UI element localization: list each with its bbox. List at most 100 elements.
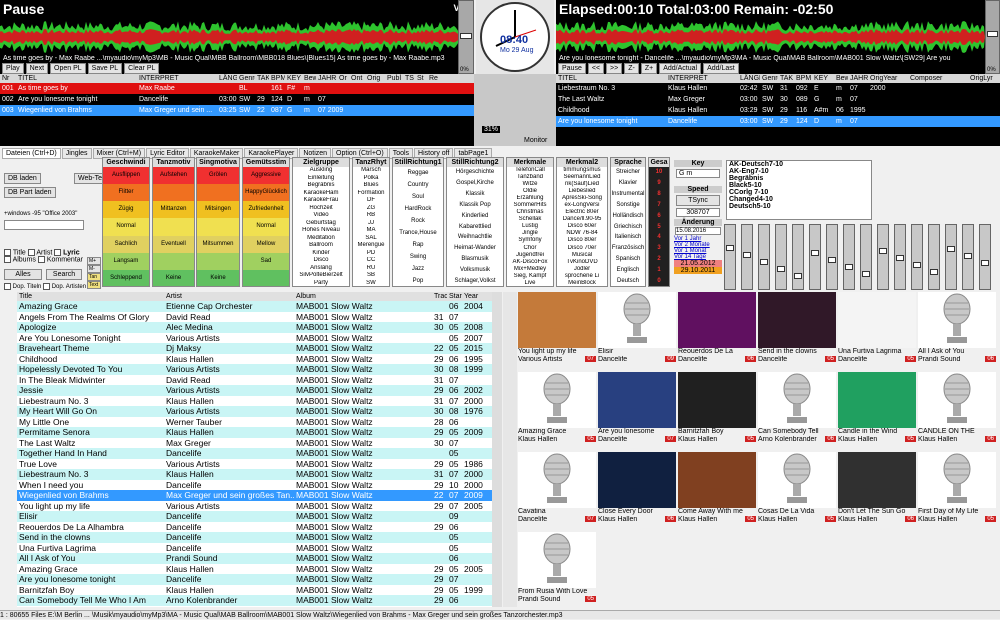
category-item[interactable]: Polka xyxy=(353,175,389,183)
zoom-out-button[interactable]: Z- xyxy=(624,63,639,74)
category-item[interactable]: Mitsummen xyxy=(197,235,239,253)
category-header[interactable]: Zielgruppe xyxy=(293,158,349,167)
category-item[interactable]: Sad xyxy=(243,252,289,270)
category-item[interactable]: Weihnachtlie xyxy=(447,232,503,243)
album-cover[interactable]: Una Furtiva Lagrima Dancelife 05 xyxy=(838,292,916,372)
table-row[interactable]: Send in the clowns Dancelife MAB001 Slow W… xyxy=(17,532,492,543)
category-item[interactable]: Rock xyxy=(393,215,443,227)
playlist-a-row[interactable]: 002 Are you lonesome tonight Dancelife 03:0… xyxy=(0,94,474,105)
mixer-fader[interactable] xyxy=(962,224,974,290)
album-cover[interactable]: Elisir Dancelife 09 xyxy=(598,292,676,372)
col-publ[interactable]: Publ xyxy=(385,74,403,83)
category-item[interactable]: DF xyxy=(353,197,389,205)
clear-playlist-button[interactable]: Clear PL xyxy=(124,63,160,74)
category-header[interactable]: Merkmal2 xyxy=(557,158,607,167)
category-item[interactable]: Sachlich xyxy=(103,235,149,253)
album-cover[interactable]: Reouerdos De La Dancelife 06 xyxy=(678,292,756,372)
category-item[interactable]: Trance,House xyxy=(393,227,443,239)
category-item[interactable]: Mitsingen xyxy=(197,201,239,219)
category-header[interactable]: StillRichtung1 xyxy=(393,158,443,167)
category-item[interactable]: TelefonCall xyxy=(507,167,553,174)
lib-col-title[interactable]: Title xyxy=(17,292,164,301)
col-b-title[interactable]: TITEL xyxy=(556,74,666,83)
table-row[interactable]: Liebestraum No. 3 Klaus Hallen MAB001 Slow… xyxy=(17,469,492,480)
table-row[interactable]: Angels From The Realms Of Glory David Rea… xyxy=(17,312,492,323)
category-item[interactable]: Formation xyxy=(353,190,389,198)
category-item[interactable]: Zügig xyxy=(103,201,149,219)
table-row[interactable]: Wiegenlied von Brahms Max Greger und sein… xyxy=(17,490,492,501)
category-item[interactable]: Swing xyxy=(393,251,443,263)
category-item[interactable]: Begräbnis xyxy=(293,182,349,190)
db-load-button[interactable]: DB laden xyxy=(4,173,41,184)
col-b-year[interactable]: JAHR xyxy=(848,74,868,83)
dup-artists-checkbox[interactable] xyxy=(43,283,51,290)
col-artist[interactable]: INTERPRET xyxy=(137,74,217,83)
lib-col-artist[interactable]: Artist xyxy=(164,292,294,301)
category-item[interactable]: ZG xyxy=(353,205,389,213)
col-b-bew[interactable]: Bew xyxy=(834,74,848,83)
category-item[interactable]: Jugendfrei xyxy=(507,252,553,259)
table-row[interactable]: When I need you Dancelife MAB001 Slow Walt… xyxy=(17,480,492,491)
col-nr[interactable]: Nr xyxy=(0,74,16,83)
category-item[interactable]: 6 xyxy=(649,210,669,222)
album-cover[interactable]: Candle in the Wind Klaus Hallen 05 xyxy=(838,372,916,452)
category-item[interactable]: Disco 60er xyxy=(557,223,607,230)
forward-button[interactable]: >> xyxy=(606,63,623,74)
category-item[interactable]: SW xyxy=(353,280,389,287)
ak-list-item[interactable]: CCorlg 7-10 xyxy=(729,189,871,196)
category-item[interactable]: Kinderlied xyxy=(447,211,503,222)
albums-checkbox[interactable] xyxy=(4,256,11,264)
ak-list-item[interactable]: Begräbnis xyxy=(729,175,871,182)
side-text-button[interactable]: Text xyxy=(87,281,101,289)
category-item[interactable]: SB xyxy=(353,272,389,280)
category-header[interactable]: Merkmale xyxy=(507,158,553,167)
category-item[interactable]: KaraokeHam xyxy=(293,190,349,198)
category-item[interactable]: Hörgeschichte xyxy=(447,167,503,178)
category-item[interactable]: Auskling xyxy=(293,167,349,175)
category-item[interactable]: Geburtstag xyxy=(293,220,349,228)
category-item[interactable]: Grölen xyxy=(197,167,239,185)
col-year[interactable]: JAHR xyxy=(316,74,337,83)
album-cover[interactable]: From Rusia With Love Prandi Sound 05 xyxy=(518,532,596,612)
category-item[interactable]: Jazz xyxy=(393,263,443,275)
category-item[interactable]: HardRock xyxy=(393,203,443,215)
col-bpm[interactable]: BPM xyxy=(269,74,285,83)
category-header[interactable]: Geschwindi xyxy=(103,158,149,167)
category-item[interactable]: MA xyxy=(353,227,389,235)
category-item[interactable]: PD xyxy=(353,250,389,258)
category-item[interactable]: 4 xyxy=(649,232,669,244)
category-item[interactable]: Streicher xyxy=(611,167,645,178)
category-item[interactable]: Aggressive xyxy=(243,167,289,185)
category-item[interactable]: Merengue xyxy=(353,242,389,250)
lib-col-track[interactable]: Trac xyxy=(432,292,447,301)
table-row[interactable]: Liebestraum No. 3 Klaus Hallen MAB001 Slow… xyxy=(17,396,492,407)
col-tak[interactable]: TAK xyxy=(255,74,269,83)
change-date[interactable]: 15.08.2016 xyxy=(675,227,721,235)
col-b-key[interactable]: KEY xyxy=(812,74,834,83)
mixer-fader[interactable] xyxy=(877,224,889,290)
category-item[interactable]: nk(Sauf)Lied xyxy=(557,181,607,188)
category-item[interactable]: Keine xyxy=(153,269,194,286)
category-item[interactable]: Erzählung xyxy=(507,195,553,202)
mixer-fader[interactable] xyxy=(724,224,736,290)
table-row[interactable]: The Last Waltz Max Greger MAB001 Slow Walt… xyxy=(17,438,492,449)
category-item[interactable]: Spanisch xyxy=(611,254,645,265)
mixer-fader[interactable] xyxy=(860,224,872,290)
category-item[interactable]: 2 xyxy=(649,254,669,266)
db-part-load-button[interactable]: DB Part laden xyxy=(4,187,56,198)
category-item[interactable]: Kabarettlied xyxy=(447,222,503,233)
rewind-button[interactable]: << xyxy=(587,63,605,74)
category-item[interactable]: Klassik Pop xyxy=(447,200,503,211)
key-select[interactable]: G m xyxy=(676,169,720,178)
side-tan-button[interactable]: Tan xyxy=(87,273,101,281)
table-row[interactable]: Together Hand In Hand Dancelife MAB001 Slo… xyxy=(17,448,492,459)
search-button[interactable]: Search xyxy=(46,269,82,280)
category-item[interactable]: sprochene Li xyxy=(557,273,607,280)
category-header[interactable]: Gemütsstim xyxy=(243,158,289,167)
category-item[interactable]: SeemannLied xyxy=(557,174,607,181)
table-row[interactable]: Can Somebody Tell Me Who I Am Arno Kolenb… xyxy=(17,595,492,606)
table-row[interactable]: Childhood Klaus Hallen MAB001 Slow Waltz 29… xyxy=(17,354,492,365)
category-item[interactable]: 0 xyxy=(649,276,669,286)
category-item[interactable]: Keine xyxy=(197,269,239,286)
album-cover[interactable]: First Day of My Life Klaus Hallen 05 xyxy=(918,452,996,532)
